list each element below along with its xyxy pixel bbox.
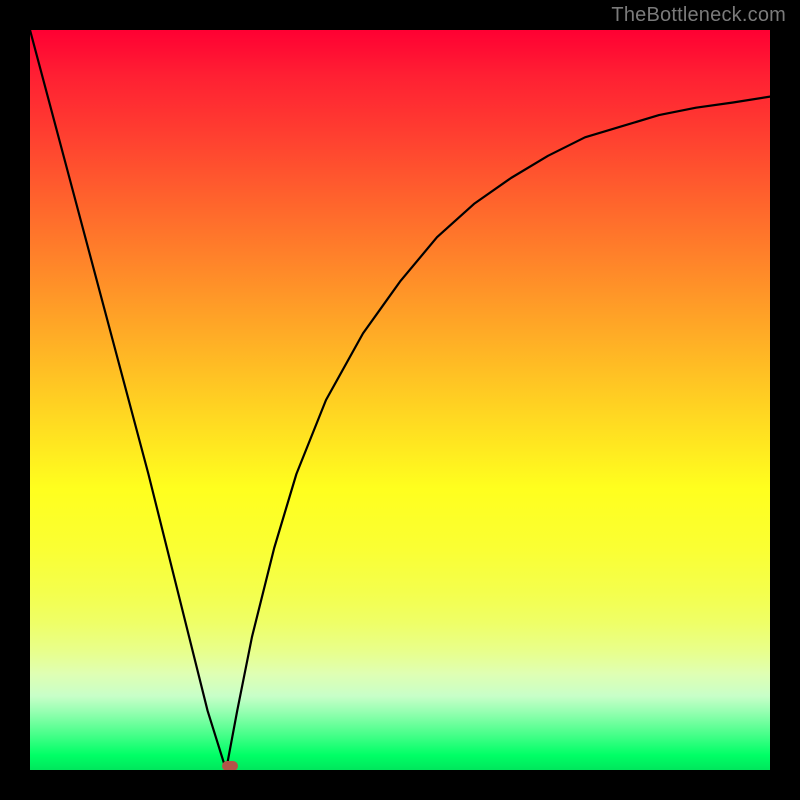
curve-svg: [30, 30, 770, 770]
bottleneck-curve: [30, 30, 770, 770]
plot-area: [30, 30, 770, 770]
optimum-marker: [222, 761, 238, 770]
watermark-label: TheBottleneck.com: [611, 4, 786, 27]
chart-container: TheBottleneck.com: [0, 0, 800, 800]
